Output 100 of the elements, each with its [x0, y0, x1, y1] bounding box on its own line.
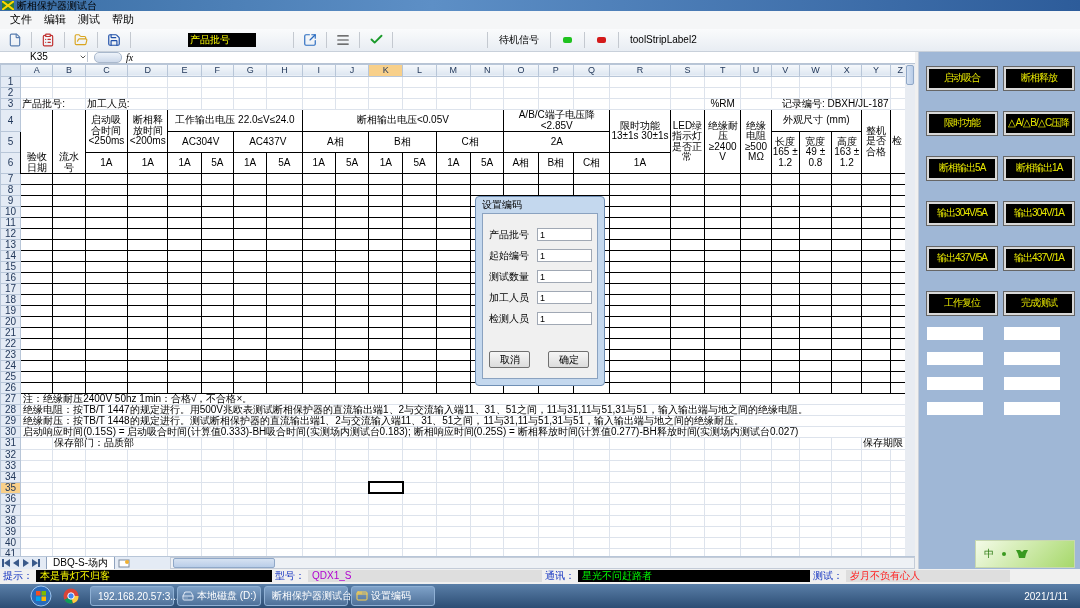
- caret-icon[interactable]: [79, 53, 87, 61]
- column-header[interactable]: X: [831, 64, 862, 76]
- row-header[interactable]: 1: [0, 76, 21, 87]
- ime-bar[interactable]: 中: [975, 540, 1075, 568]
- column-header[interactable]: F: [201, 64, 234, 76]
- function-label[interactable]: fx: [126, 51, 138, 63]
- row-header[interactable]: 27: [0, 393, 21, 405]
- input-field[interactable]: 1: [537, 249, 592, 262]
- column-header[interactable]: W: [799, 64, 832, 76]
- column-header[interactable]: K: [368, 64, 403, 76]
- column-header[interactable]: Q: [573, 64, 610, 76]
- row-header[interactable]: 15: [0, 261, 21, 273]
- row-header[interactable]: 16: [0, 272, 21, 284]
- row-header[interactable]: 11: [0, 217, 21, 229]
- row-header[interactable]: 32: [0, 449, 21, 460]
- row-header[interactable]: 14: [0, 250, 21, 262]
- row-header[interactable]: 35: [0, 482, 21, 493]
- row-header[interactable]: 33: [0, 460, 21, 471]
- column-header[interactable]: V: [771, 64, 800, 76]
- test-button[interactable]: 输出437V/1A: [1004, 246, 1074, 270]
- column-header[interactable]: M: [436, 64, 471, 76]
- row-header[interactable]: 17: [0, 283, 21, 295]
- row-header[interactable]: 24: [0, 360, 21, 372]
- test-button[interactable]: 输出437V/5A: [927, 246, 997, 270]
- column-header[interactable]: Y: [861, 64, 891, 76]
- name-box[interactable]: K35: [0, 52, 88, 62]
- row-header[interactable]: 38: [0, 515, 21, 526]
- row-header[interactable]: 9: [0, 195, 21, 207]
- row-header[interactable]: 40: [0, 537, 21, 548]
- row-header[interactable]: 4: [0, 109, 21, 132]
- row-header[interactable]: 22: [0, 338, 21, 350]
- column-header[interactable]: A: [20, 64, 53, 76]
- menu-item[interactable]: 测试: [72, 12, 106, 28]
- input-field[interactable]: 1: [537, 228, 592, 241]
- test-button[interactable]: 断相输出1A: [1004, 156, 1074, 180]
- test-button[interactable]: 限时功能: [927, 111, 997, 135]
- column-header[interactable]: N: [470, 64, 504, 76]
- row-header[interactable]: 2: [0, 87, 21, 98]
- test-button[interactable]: 断相释放: [1004, 66, 1074, 90]
- selected-cell[interactable]: [368, 482, 403, 493]
- column-header[interactable]: H: [266, 64, 303, 76]
- last-sheet-icon[interactable]: [32, 559, 40, 567]
- column-header[interactable]: T: [704, 64, 741, 76]
- vertical-scrollbar[interactable]: [905, 63, 915, 556]
- row-header[interactable]: 37: [0, 504, 21, 515]
- dialog-button[interactable]: 确定: [548, 351, 589, 368]
- test-button[interactable]: 断相输出5A: [927, 156, 997, 180]
- row-header[interactable]: 19: [0, 305, 21, 317]
- first-sheet-icon[interactable]: [2, 559, 10, 567]
- column-header[interactable]: S: [670, 64, 705, 76]
- row-header[interactable]: 3: [0, 98, 21, 110]
- row-header[interactable]: 6: [0, 152, 21, 174]
- column-header[interactable]: R: [609, 64, 671, 76]
- row-header[interactable]: 23: [0, 349, 21, 361]
- column-header[interactable]: O: [503, 64, 539, 76]
- sheet-tab[interactable]: DBQ-S-场内: [46, 556, 115, 570]
- row-header[interactable]: 12: [0, 228, 21, 240]
- menu-item[interactable]: 帮助: [106, 12, 140, 28]
- column-header[interactable]: C: [85, 64, 128, 76]
- test-button[interactable]: 输出304V/1A: [1004, 201, 1074, 225]
- test-button[interactable]: 工作复位: [927, 291, 997, 315]
- ime-label[interactable]: 中: [984, 547, 994, 561]
- column-header[interactable]: P: [538, 64, 574, 76]
- dialog-button[interactable]: 取消: [489, 351, 530, 368]
- test-button[interactable]: 输出304V/5A: [927, 201, 997, 225]
- column-header[interactable]: J: [335, 64, 369, 76]
- test-button[interactable]: 完成测试: [1004, 291, 1074, 315]
- column-header[interactable]: B: [52, 64, 86, 76]
- row-header[interactable]: 8: [0, 184, 21, 196]
- row-header[interactable]: 30: [0, 426, 21, 438]
- column-header[interactable]: L: [402, 64, 437, 76]
- row-header[interactable]: 34: [0, 471, 21, 482]
- column-header[interactable]: I: [302, 64, 336, 76]
- row-header[interactable]: 10: [0, 206, 21, 218]
- row-header[interactable]: 36: [0, 493, 21, 504]
- row-header[interactable]: 21: [0, 327, 21, 339]
- menu-item[interactable]: 文件: [4, 12, 38, 28]
- row-header[interactable]: 5: [0, 131, 21, 153]
- menu-item[interactable]: 编辑: [38, 12, 72, 28]
- input-field[interactable]: 1: [537, 312, 592, 325]
- row-header[interactable]: 28: [0, 404, 21, 416]
- column-header[interactable]: E: [167, 64, 202, 76]
- row-header[interactable]: 7: [0, 173, 21, 185]
- row-header[interactable]: 39: [0, 526, 21, 537]
- test-button[interactable]: △A/△B/△C压降: [1004, 111, 1074, 135]
- row-header[interactable]: 26: [0, 382, 21, 394]
- column-header[interactable]: G: [233, 64, 267, 76]
- row-header[interactable]: 13: [0, 239, 21, 251]
- row-header[interactable]: 29: [0, 415, 21, 427]
- taskbar-item[interactable]: 本地磁盘 (D:): [177, 586, 261, 607]
- row-header[interactable]: 18: [0, 294, 21, 306]
- input-field[interactable]: 1: [537, 270, 592, 283]
- horizontal-scrollbar[interactable]: [170, 557, 915, 569]
- row-header[interactable]: 20: [0, 316, 21, 328]
- start-icon[interactable]: [30, 585, 52, 608]
- input-field[interactable]: 1: [537, 291, 592, 304]
- row-header[interactable]: 25: [0, 371, 21, 383]
- taskbar-item[interactable]: 设置编码: [351, 586, 435, 607]
- test-button[interactable]: 启动吸合: [927, 66, 997, 90]
- column-header[interactable]: U: [740, 64, 772, 76]
